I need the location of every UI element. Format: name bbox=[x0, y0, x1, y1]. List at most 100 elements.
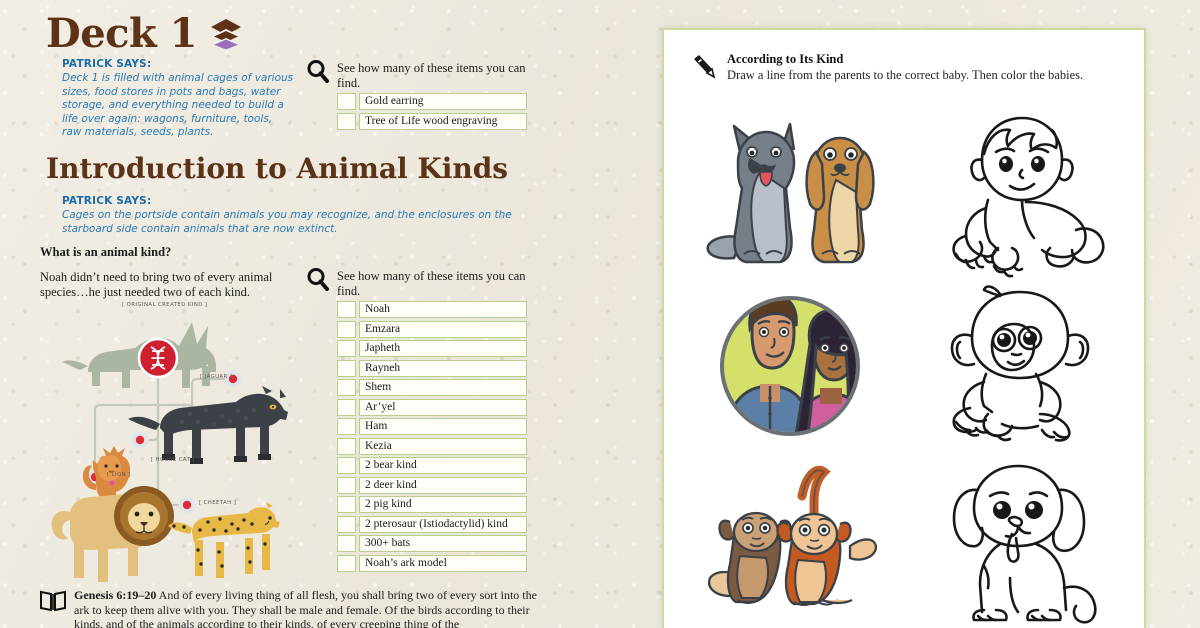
list-item[interactable]: Noah’s ark model bbox=[337, 554, 527, 572]
checkbox[interactable] bbox=[337, 112, 356, 130]
list-item-label: Noah’s ark model bbox=[359, 554, 527, 572]
kind-label-jaguar: [ JAGUAR ] bbox=[200, 374, 233, 380]
checkbox[interactable] bbox=[337, 320, 356, 338]
scripture-block: Genesis 6:19–20 And of every living thin… bbox=[40, 588, 555, 628]
checkbox[interactable] bbox=[337, 398, 356, 416]
find-items-intro-block: See how many of these items you can find… bbox=[305, 268, 527, 574]
list-item-label: Gold earring bbox=[359, 93, 527, 110]
list-item[interactable]: Kezia bbox=[337, 437, 527, 455]
find-items-prompt: See how many of these items you can find… bbox=[337, 61, 526, 90]
list-item[interactable]: Emzara bbox=[337, 320, 527, 338]
patrick-says-text: Deck 1 is filled with animal cages of va… bbox=[62, 72, 294, 138]
checkbox[interactable] bbox=[337, 554, 356, 572]
list-item-label: Kezia bbox=[359, 437, 527, 455]
list-item-label: 2 pig kind bbox=[359, 496, 527, 513]
checkbox[interactable] bbox=[337, 496, 356, 513]
checkbox[interactable] bbox=[337, 301, 356, 318]
kind-label-house-cat: [ HOUSE CAT ] bbox=[151, 457, 195, 463]
pencil-icon bbox=[694, 55, 716, 79]
checkbox[interactable] bbox=[337, 359, 356, 377]
find-items-deck-block: See how many of these items you can find… bbox=[305, 60, 527, 132]
list-item-label: Emzara bbox=[359, 320, 527, 338]
list-item-label: 300+ bats bbox=[359, 535, 527, 552]
list-item[interactable]: 2 deer kind bbox=[337, 476, 527, 494]
dna-badge-icon bbox=[137, 337, 179, 379]
list-item[interactable]: 2 pig kind bbox=[337, 496, 527, 513]
checkbox[interactable] bbox=[337, 437, 356, 455]
list-item[interactable]: 2 pterosaur (Istiodactylid) kind bbox=[337, 515, 527, 533]
checkbox[interactable] bbox=[337, 515, 356, 533]
worksheet-panel: According to Its Kind Draw a line from t… bbox=[662, 28, 1146, 628]
find-items-prompt: See how many of these items you can find… bbox=[337, 269, 526, 298]
list-item[interactable]: 300+ bats bbox=[337, 535, 527, 552]
worksheet-title: According to Its Kind bbox=[727, 52, 844, 66]
patrick-says-deck: PATRICK SAYS: Deck 1 is filled with anim… bbox=[62, 58, 294, 140]
patrick-says-label: PATRICK SAYS: bbox=[62, 58, 152, 70]
find-items-header: See how many of these items you can find… bbox=[305, 60, 527, 90]
match-row[interactable] bbox=[664, 284, 1148, 460]
checkbox[interactable] bbox=[337, 457, 356, 474]
baby-monkey-outline[interactable] bbox=[926, 284, 1116, 454]
deck-title-row: Deck 1 bbox=[46, 14, 243, 54]
animal-kind-diagram: [ ORIGINAL CREATED KIND ] [ HOUSE CAT ] … bbox=[40, 300, 295, 585]
page-title: Deck 1 bbox=[46, 10, 197, 57]
list-item-label: Rayneh bbox=[359, 359, 527, 377]
lion-illustration bbox=[51, 486, 174, 582]
checkbox[interactable] bbox=[337, 93, 356, 110]
section-heading: Introduction to Animal Kinds bbox=[46, 152, 509, 185]
list-item-label: Noah bbox=[359, 301, 527, 318]
list-item[interactable]: Rayneh bbox=[337, 359, 527, 377]
open-book-icon bbox=[40, 590, 66, 612]
list-item-label: Japheth bbox=[359, 340, 527, 357]
kind-label-original: [ ORIGINAL CREATED KIND ] bbox=[122, 302, 208, 308]
list-item[interactable]: Gold earring bbox=[337, 93, 527, 110]
intro-paragraph: Noah didn’t need to bring two of every a… bbox=[40, 270, 273, 299]
list-item[interactable]: Ar’yel bbox=[337, 398, 527, 416]
kind-label-lion: [ LION ] bbox=[107, 472, 131, 478]
scripture-text: Genesis 6:19–20 And of every living thin… bbox=[74, 588, 555, 628]
list-item-label: Ar’yel bbox=[359, 398, 527, 416]
checkbox[interactable] bbox=[337, 418, 356, 435]
cheetah-illustration bbox=[168, 502, 280, 578]
list-item[interactable]: Japheth bbox=[337, 340, 527, 357]
find-items-list: Noah Emzara Japheth Rayneh Shem Ar’yel Ham Kezi… bbox=[337, 301, 527, 572]
list-item-label: Shem bbox=[359, 379, 527, 396]
list-item-label: Ham bbox=[359, 418, 527, 435]
patrick-says-text: Cages on the portside contain animals yo… bbox=[62, 209, 512, 235]
human-couple-portrait[interactable] bbox=[694, 284, 894, 454]
checkbox[interactable] bbox=[337, 340, 356, 357]
match-row[interactable] bbox=[664, 108, 1148, 284]
find-items-header: See how many of these items you can find… bbox=[305, 268, 527, 298]
list-item[interactable]: Tree of Life wood engraving bbox=[337, 112, 527, 130]
scripture-reference: Genesis 6:19–20 bbox=[74, 588, 157, 602]
list-item-label: 2 bear kind bbox=[359, 457, 527, 474]
patrick-says-intro: PATRICK SAYS: Cages on the portside cont… bbox=[62, 195, 532, 236]
worksheet-instructions: Draw a line from the parents to the corr… bbox=[727, 68, 1084, 82]
kind-label-cheetah: [ CHEETAH ] bbox=[199, 500, 237, 506]
magnifier-icon bbox=[307, 60, 329, 83]
subsection-question: What is an animal kind? bbox=[40, 245, 172, 259]
list-item-label: 2 deer kind bbox=[359, 476, 527, 494]
two-monkeys-illustration[interactable] bbox=[694, 460, 894, 628]
baby-human-outline[interactable] bbox=[926, 108, 1116, 278]
checkbox[interactable] bbox=[337, 535, 356, 552]
list-item-label: Tree of Life wood engraving bbox=[359, 112, 527, 130]
list-item[interactable]: Shem bbox=[337, 379, 527, 396]
checkbox[interactable] bbox=[337, 379, 356, 396]
kind-diagram-graphic bbox=[51, 322, 288, 582]
list-item[interactable]: 2 bear kind bbox=[337, 457, 527, 474]
puppy-outline[interactable] bbox=[926, 460, 1116, 628]
list-item[interactable]: Noah bbox=[337, 301, 527, 318]
list-item-label: 2 pterosaur (Istiodactylid) kind bbox=[359, 515, 527, 533]
layers-stack-icon bbox=[210, 19, 241, 50]
patrick-says-label: PATRICK SAYS: bbox=[62, 195, 152, 207]
find-items-list: Gold earring Tree of Life wood engraving bbox=[337, 93, 527, 130]
black-jaguar-illustration bbox=[128, 386, 288, 464]
worksheet-header: According to Its Kind Draw a line from t… bbox=[692, 52, 1083, 83]
wolf-and-dog-illustration[interactable] bbox=[694, 108, 894, 278]
magnifier-icon bbox=[307, 268, 329, 291]
list-item[interactable]: Ham bbox=[337, 418, 527, 435]
match-row[interactable] bbox=[664, 460, 1148, 628]
checkbox[interactable] bbox=[337, 476, 356, 494]
left-content-column: Deck 1 PATRICK SAYS: Deck 1 is filled wi… bbox=[0, 0, 660, 628]
